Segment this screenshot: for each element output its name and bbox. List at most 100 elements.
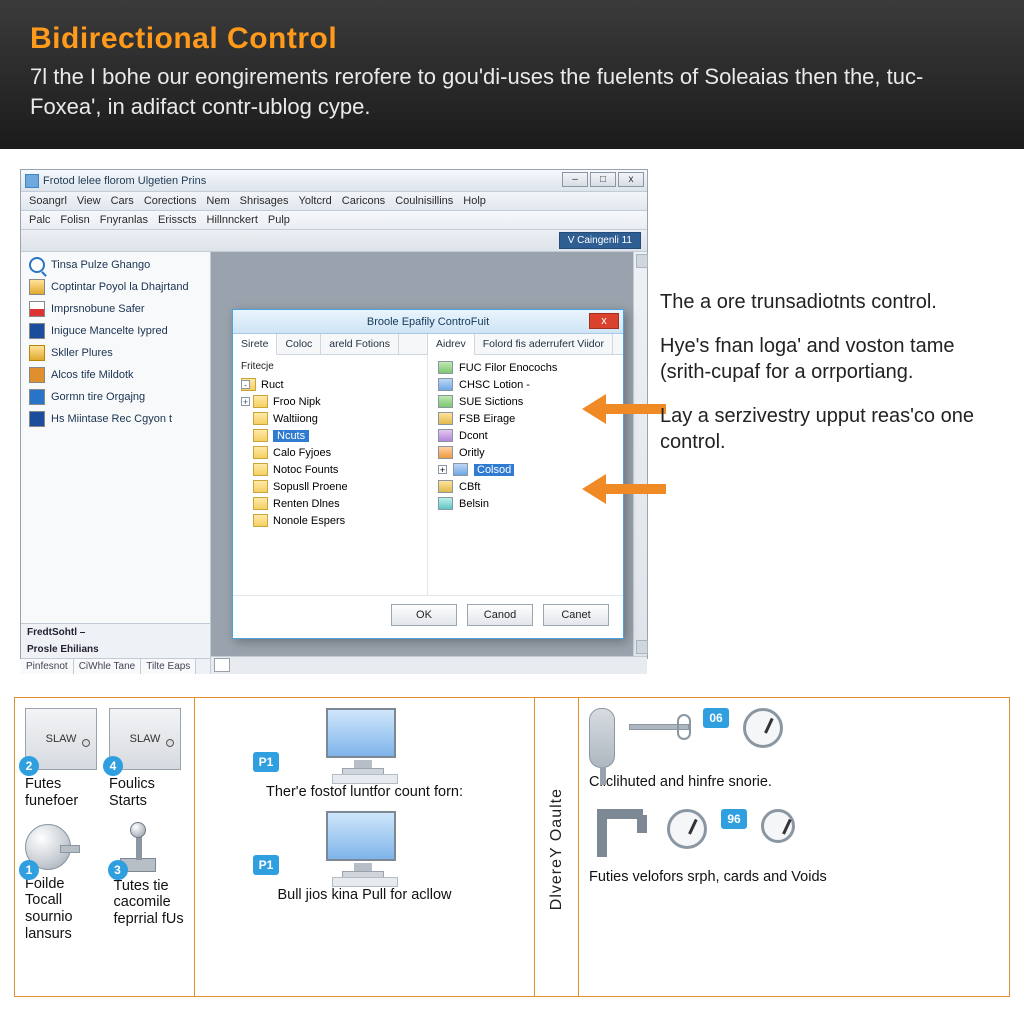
menu-item[interactable]: Hillnnckert <box>207 214 258 226</box>
screenshot-zone: Frotod lelee florom Ulgetien Prins – □ x… <box>0 149 1024 689</box>
folder-icon <box>253 497 268 510</box>
status-bar <box>211 656 647 674</box>
menu-item[interactable]: Nem <box>206 195 229 207</box>
dialog-left-tabs[interactable]: SireteColocareld Fotions <box>233 334 428 355</box>
minimize-button[interactable]: – <box>562 172 588 187</box>
caption-d: Tutes tie cacomile feprrial fUs <box>114 878 185 928</box>
scrollbar[interactable] <box>633 252 647 656</box>
sidebar-item-label: Coptintar Poyol la Dhajrtand <box>51 281 189 293</box>
list-item-label: Dcont <box>459 430 488 442</box>
expander-icon[interactable]: + <box>438 465 447 474</box>
badge-1: 1 <box>19 860 39 880</box>
list-item[interactable]: Dcont <box>434 427 619 444</box>
dialog-right-tabs[interactable]: AidrevFolord fis aderrufert Viidor <box>428 334 623 355</box>
tree-label: Calo Fyjoes <box>273 447 331 459</box>
tree-node[interactable]: Ncuts <box>239 427 423 444</box>
host-titlebar[interactable]: Frotod lelee florom Ulgetien Prins – □ x <box>21 170 647 192</box>
menu-item[interactable]: Cars <box>111 195 134 207</box>
list-item[interactable]: FUC Filor Enocochs <box>434 359 619 376</box>
callout-text: The a ore trunsadiotnts control. Hye's f… <box>660 289 1000 473</box>
list-item-icon <box>438 361 453 374</box>
dialog-close-button[interactable]: x <box>589 313 619 329</box>
maximize-button[interactable]: □ <box>590 172 616 187</box>
list-item-label: CHSC Lotion - <box>459 379 530 391</box>
host-menubar[interactable]: Soangrl View Cars Corections Nem Shrisages Yol… <box>21 192 647 211</box>
cancel-button[interactable]: Canod <box>467 604 533 626</box>
dialog-tab[interactable]: Coloc <box>277 334 321 354</box>
dialog-tab[interactable]: Sirete <box>233 334 277 355</box>
tree-node[interactable]: -Ruct <box>239 376 423 393</box>
menu-item[interactable]: Fnyranlas <box>100 214 148 226</box>
dialog-tab[interactable]: areld Fotions <box>321 334 399 354</box>
menu-item[interactable]: Palc <box>29 214 50 226</box>
menu-item[interactable]: Pinfesnot <box>21 659 74 674</box>
menu-item[interactable]: Erisscts <box>158 214 197 226</box>
monitor-icon-2 <box>326 811 404 881</box>
menu-item[interactable]: Soangrl <box>29 195 67 207</box>
tree-node[interactable]: Renten Dlnes <box>239 495 423 512</box>
dialog-tab[interactable]: Folord fis aderrufert Viidor <box>475 334 613 354</box>
menu-item[interactable]: Coulnisillins <box>395 195 453 207</box>
tree-node[interactable]: Notoc Founts <box>239 461 423 478</box>
sidebar-item[interactable]: Gormn tire Orgajng <box>21 386 210 408</box>
sidebar-item[interactable]: Tinsa Pulze Ghango <box>21 254 210 276</box>
sidebar-item[interactable]: Alcos tife Mildotk <box>21 364 210 386</box>
sidebar-item-icon <box>29 323 45 339</box>
close-button[interactable]: x <box>618 172 644 187</box>
sidebar-item-label: Imprsnobune Safer <box>51 303 145 315</box>
menu-item[interactable]: CiWhle Tane <box>74 659 142 674</box>
dialog-tab[interactable]: Aidrev <box>428 334 475 355</box>
window-controls: – □ x <box>562 172 644 187</box>
menu-item[interactable]: View <box>77 195 101 207</box>
callout-3: Lay a serzivestry upput reas'co one cont… <box>660 403 1000 455</box>
menu-item[interactable]: Yoltcrd <box>299 195 332 207</box>
folder-icon <box>253 514 268 527</box>
app-icon <box>25 174 39 188</box>
expander-icon[interactable]: + <box>241 397 250 406</box>
sidebar-item-label: Skller Plures <box>51 347 113 359</box>
dialog-button-row: OK Canod Canet <box>233 595 623 634</box>
sidebar-bottom-tabs[interactable]: PinfesnotCiWhle TaneTilte Eaps <box>21 658 210 674</box>
tree-node[interactable]: Nonole Espers <box>239 512 423 529</box>
menu-item[interactable]: Caricons <box>342 195 385 207</box>
menu-item[interactable]: Shrisages <box>240 195 289 207</box>
list-item-label: FSB Eirage <box>459 413 515 425</box>
category-button[interactable]: V Caingenli 11 <box>559 232 641 249</box>
expander-icon[interactable]: - <box>241 380 250 389</box>
sidebar-item[interactable]: Skller Plures <box>21 342 210 364</box>
callout-2: Hye's fnan loga' and voston tame (srith-… <box>660 333 1000 385</box>
badge-p1a: P1 <box>253 752 279 772</box>
tree-node[interactable]: +Froo Nipk <box>239 393 423 410</box>
list-item-icon <box>438 429 453 442</box>
caption-c: Foilde Tocall sournio lansurs <box>25 876 96 943</box>
menu-item[interactable]: Tilte Eaps <box>141 659 196 674</box>
folder-tree[interactable]: -Ruct+Froo NipkWaltiiongNcuts Calo Fyjoes… <box>239 376 423 529</box>
tree-node[interactable]: Sopusll Proene <box>239 478 423 495</box>
sidebar-item[interactable]: Hs Miintase Rec Cgyon t <box>21 408 210 430</box>
sidebar-item-icon <box>29 411 45 427</box>
sidebar-item[interactable]: Coptintar Poyol la Dhajrtand <box>21 276 210 298</box>
tree-node[interactable]: Waltiiong <box>239 410 423 427</box>
caption-r2: Futies velofors srph, cards and Voids <box>589 869 999 886</box>
dialog-titlebar[interactable]: Broole Epafily ControFuit x <box>233 310 623 334</box>
canet-button[interactable]: Canet <box>543 604 609 626</box>
sidebar-list: Tinsa Pulze Ghango Coptintar Poyol la Dha… <box>21 252 210 623</box>
folder-icon <box>253 480 268 493</box>
tree-label: Sopusll Proene <box>273 481 348 493</box>
menu-item[interactable]: Corections <box>144 195 197 207</box>
sidebar-item[interactable]: Imprsnobune Safer <box>21 298 210 320</box>
ok-button[interactable]: OK <box>391 604 457 626</box>
list-item-icon <box>438 446 453 459</box>
tree-node[interactable]: Calo Fyjoes <box>239 444 423 461</box>
sidebar-item[interactable]: Iniguce Mancelte Iypred <box>21 320 210 342</box>
host-toolbar: V Caingenli 11 <box>21 230 647 252</box>
menu-item[interactable]: Holp <box>463 195 486 207</box>
menu-item[interactable]: Pulp <box>268 214 290 226</box>
microphone-icon <box>589 708 615 768</box>
menu-item[interactable]: Folisn <box>60 214 89 226</box>
list-item[interactable]: CHSC Lotion - <box>434 376 619 393</box>
folder-icon <box>253 429 268 442</box>
host-menubar-2[interactable]: Palc Folisn Fnyranlas Erisscts Hillnnckert Pu… <box>21 211 647 230</box>
list-item[interactable]: Oritly <box>434 444 619 461</box>
sidebar-item-label: Iniguce Mancelte Iypred <box>51 325 168 337</box>
